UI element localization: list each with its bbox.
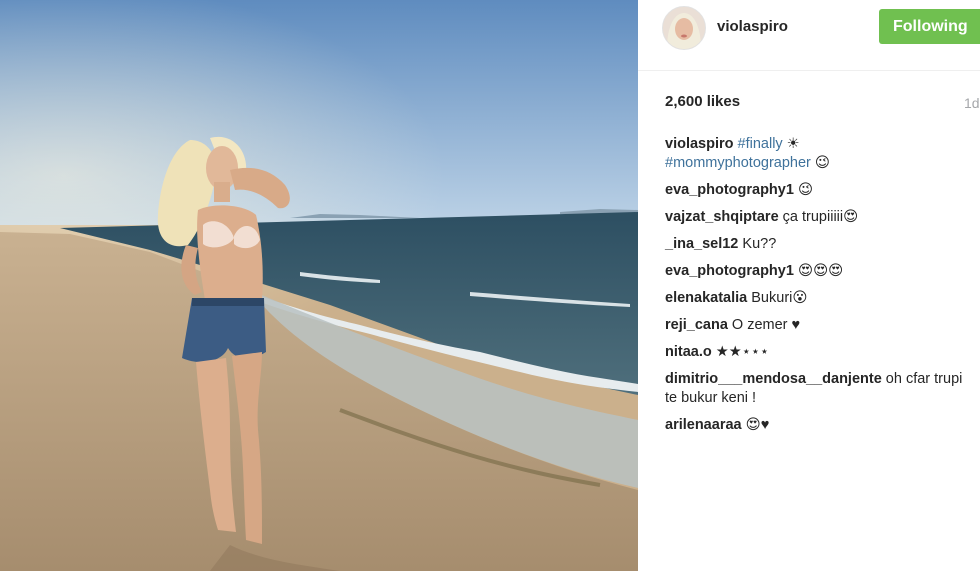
- comment-text: 😍😍😍: [797, 263, 844, 279]
- comment-username[interactable]: elenakatalia: [665, 290, 747, 306]
- comment: elenakatalia Bukuri😮: [665, 289, 977, 308]
- comment: reji_cana O zemer ♥: [665, 316, 977, 335]
- hashtag-link[interactable]: #mommyphotographer: [665, 155, 811, 171]
- comment-text: ★★⋆⋆⋆: [715, 344, 769, 360]
- comment-username[interactable]: reji_cana: [665, 317, 728, 333]
- comment-username[interactable]: nitaa.o: [665, 344, 712, 360]
- comment-text: ça trupiiiii😍: [782, 209, 859, 225]
- avatar-image: [663, 7, 705, 49]
- post-username[interactable]: violaspiro: [717, 18, 788, 35]
- post-timestamp[interactable]: 1d: [964, 95, 980, 111]
- comment-text: Ku??: [742, 236, 777, 252]
- comment-text: Bukuri😮: [751, 290, 808, 306]
- caption: violaspiro #finally ☀ #mommyphotographer…: [665, 135, 977, 173]
- comment-username[interactable]: _ina_sel12: [665, 236, 738, 252]
- comment-username[interactable]: vajzat_shqiptare: [665, 209, 779, 225]
- comment: vajzat_shqiptare ça trupiiiii😍: [665, 208, 977, 227]
- comment: nitaa.o ★★⋆⋆⋆: [665, 343, 977, 362]
- comment: dimitrio___mendosa__danjente oh cfar tru…: [665, 370, 977, 408]
- post-details: violaspiro Following 2,600 likes 1d viol…: [638, 0, 980, 571]
- comment-text: 😉: [797, 182, 814, 198]
- likes-count[interactable]: 2,600 likes: [665, 93, 740, 110]
- comment-username[interactable]: dimitrio___mendosa__danjente: [665, 371, 882, 387]
- post-photo[interactable]: [0, 0, 638, 571]
- caption-username[interactable]: violaspiro: [665, 136, 734, 152]
- comment: eva_photography1 😍😍😍: [665, 262, 977, 281]
- comment-text: O zemer ♥: [731, 317, 801, 333]
- comment-username[interactable]: eva_photography1: [665, 182, 794, 198]
- comment: _ina_sel12 Ku??: [665, 235, 977, 254]
- comment-list: violaspiro #finally ☀ #mommyphotographer…: [665, 135, 977, 443]
- comment-username[interactable]: eva_photography1: [665, 263, 794, 279]
- post-header: violaspiro Following: [638, 0, 980, 71]
- hashtag-link[interactable]: #finally: [738, 136, 783, 152]
- wink-emoji: 😉: [814, 155, 831, 171]
- comment: arilenaaraa 😍♥: [665, 416, 977, 435]
- comment-text: 😍♥: [745, 417, 770, 433]
- following-button[interactable]: Following: [879, 9, 980, 44]
- beach-photo: [0, 0, 638, 571]
- avatar[interactable]: [662, 6, 706, 50]
- sun-emoji: ☀: [786, 136, 800, 152]
- comment: eva_photography1 😉: [665, 181, 977, 200]
- comment-username[interactable]: arilenaaraa: [665, 417, 742, 433]
